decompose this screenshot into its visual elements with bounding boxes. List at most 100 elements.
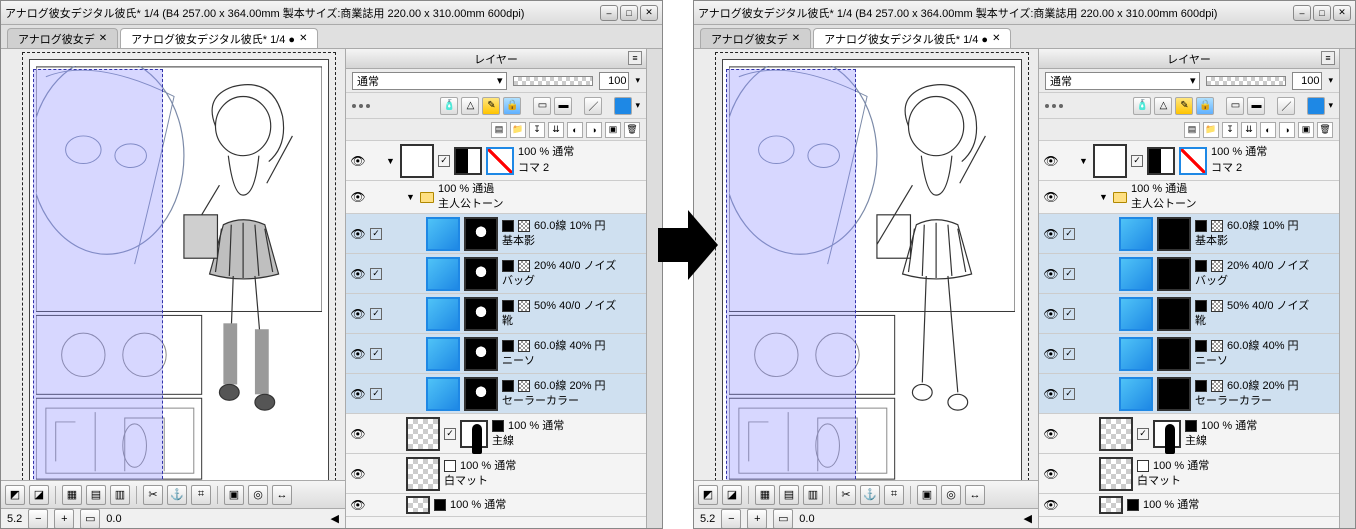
expand-icon[interactable]: ▼: [386, 156, 396, 166]
checkbox[interactable]: ✓: [1063, 268, 1075, 280]
visibility-icon[interactable]: 👁: [1043, 466, 1059, 482]
marker-icon[interactable]: △: [461, 97, 479, 115]
minimize-button[interactable]: –: [600, 5, 618, 21]
visibility-icon[interactable]: 👁: [1043, 426, 1059, 442]
maximize-button[interactable]: □: [620, 5, 638, 21]
checkbox[interactable]: ✓: [1063, 308, 1075, 320]
color-swatch[interactable]: [614, 97, 632, 115]
layer-row-tone[interactable]: 👁 ✓ 20% 40/0 ノイズ バッグ: [1039, 254, 1339, 294]
zoom-out-icon[interactable]: −: [721, 509, 741, 529]
visibility-icon[interactable]: 👁: [350, 346, 366, 362]
minimize-button[interactable]: –: [1293, 5, 1311, 21]
color-swatch[interactable]: [1307, 97, 1325, 115]
visibility-icon[interactable]: 👁: [1043, 306, 1059, 322]
checkbox[interactable]: ✓: [1131, 155, 1143, 167]
expand-icon[interactable]: ▼: [406, 192, 416, 202]
layer-row-frame[interactable]: 👁 ▼ ✓ 100 % 通常 コマ 2: [346, 141, 646, 181]
chevron-down-icon[interactable]: ▾: [1328, 100, 1333, 111]
lock-icon[interactable]: 🔒: [1196, 97, 1214, 115]
visibility-icon[interactable]: 👁: [1043, 497, 1059, 513]
visibility-icon[interactable]: 👁: [350, 426, 366, 442]
chevron-down-icon[interactable]: ▾: [1328, 75, 1333, 86]
tab-active[interactable]: アナログ彼女デジタル彼氏* 1/4 ● ✕: [120, 28, 318, 48]
layer-row-tone[interactable]: 👁 ✓ 60.0線 20% 円 セーラーカラー: [346, 374, 646, 414]
transform-icon[interactable]: ⌗: [884, 485, 904, 505]
visibility-icon[interactable]: 👁: [350, 386, 366, 402]
mask-icon[interactable]: ◐: [1260, 122, 1276, 138]
layer-list[interactable]: 👁 ▼ ✓ 100 % 通常 コマ 2 👁 ▼: [1039, 141, 1339, 528]
visibility-icon[interactable]: 👁: [350, 466, 366, 482]
chevron-down-icon[interactable]: ▾: [635, 100, 640, 111]
layer-row-tone[interactable]: 👁 ✓ 60.0線 40% 円 ニーソ: [346, 334, 646, 374]
mask-button[interactable]: ▭: [533, 97, 551, 115]
tool-button[interactable]: ▥: [110, 485, 130, 505]
cut-icon[interactable]: ✂: [143, 485, 163, 505]
visibility-icon[interactable]: 👁: [350, 306, 366, 322]
close-window-button[interactable]: ✕: [1333, 5, 1351, 21]
visibility-icon[interactable]: 👁: [1043, 153, 1059, 169]
pen-icon[interactable]: ✎: [482, 97, 500, 115]
visibility-icon[interactable]: 👁: [1043, 226, 1059, 242]
visibility-icon[interactable]: 👁: [350, 189, 366, 205]
visibility-icon[interactable]: 👁: [1043, 386, 1059, 402]
tool-button[interactable]: ▦: [62, 485, 82, 505]
layer-row[interactable]: 👁 100 % 通常: [1039, 494, 1339, 517]
blend-mode-select[interactable]: 通常▾: [352, 72, 507, 90]
layer-row-tone[interactable]: 👁 ✓ 50% 40/0 ノイズ 靴: [1039, 294, 1339, 334]
layer-row-frame[interactable]: 👁 ▼ ✓ 100 % 通常 コマ 2: [1039, 141, 1339, 181]
vertical-scrollbar[interactable]: [646, 49, 662, 528]
marker-icon[interactable]: △: [1154, 97, 1172, 115]
close-window-button[interactable]: ✕: [640, 5, 658, 21]
checkbox[interactable]: ✓: [370, 348, 382, 360]
clip-icon[interactable]: ▣: [605, 122, 621, 138]
tool-button[interactable]: ↔: [965, 485, 985, 505]
close-icon[interactable]: ✕: [99, 33, 107, 44]
new-folder-icon[interactable]: 📁: [1203, 122, 1219, 138]
layer-row-mat[interactable]: 👁 100 % 通常 白マット: [346, 454, 646, 494]
layer-row-mat[interactable]: 👁 100 % 通常 白マット: [1039, 454, 1339, 494]
anchor-icon[interactable]: ⚓: [167, 485, 187, 505]
mask-button[interactable]: ▬: [1247, 97, 1265, 115]
chevron-down-icon[interactable]: ▾: [635, 75, 640, 86]
scroll-left-icon[interactable]: ◀: [331, 512, 339, 525]
tool-button[interactable]: ▣: [917, 485, 937, 505]
tool-button[interactable]: ◪: [722, 485, 742, 505]
layer-folder[interactable]: 👁 ▼ 100 % 通過 主人公トーン: [1039, 181, 1339, 214]
new-folder-icon[interactable]: 📁: [510, 122, 526, 138]
checkbox[interactable]: ✓: [1063, 348, 1075, 360]
tool-button[interactable]: ◪: [29, 485, 49, 505]
mask-icon[interactable]: ◑: [586, 122, 602, 138]
checkbox[interactable]: ✓: [438, 155, 450, 167]
opacity-slider[interactable]: [1206, 76, 1286, 86]
checkbox[interactable]: ✓: [1063, 388, 1075, 400]
visibility-icon[interactable]: 👁: [350, 153, 366, 169]
visibility-icon[interactable]: 👁: [1043, 189, 1059, 205]
transform-icon[interactable]: ⌗: [191, 485, 211, 505]
merge-icon[interactable]: ⇊: [548, 122, 564, 138]
opacity-slider[interactable]: [513, 76, 593, 86]
anchor-icon[interactable]: ⚓: [860, 485, 880, 505]
new-layer-icon[interactable]: ▤: [1184, 122, 1200, 138]
canvas-viewport[interactable]: [694, 49, 1038, 480]
checkbox[interactable]: ✓: [370, 268, 382, 280]
close-icon[interactable]: ✕: [299, 33, 307, 44]
tab-inactive[interactable]: アナログ彼女デ ✕: [700, 28, 811, 48]
ruler-icon[interactable]: ／: [1277, 97, 1295, 115]
delete-icon[interactable]: 🗑: [624, 122, 640, 138]
expand-icon[interactable]: ▼: [1079, 156, 1089, 166]
layer-row-tone[interactable]: 👁 ✓ 20% 40/0 ノイズ バッグ: [346, 254, 646, 294]
tab-inactive[interactable]: アナログ彼女デ ✕: [7, 28, 118, 48]
visibility-icon[interactable]: 👁: [350, 226, 366, 242]
tool-button[interactable]: ▤: [86, 485, 106, 505]
layer-row-lineart[interactable]: 👁 ✓ 100 % 通常 主線: [346, 414, 646, 454]
fit-icon[interactable]: ▭: [773, 509, 793, 529]
blend-mode-select[interactable]: 通常▾: [1045, 72, 1200, 90]
canvas-viewport[interactable]: [1, 49, 345, 480]
opacity-field[interactable]: 100: [599, 72, 629, 90]
lock-icon[interactable]: 🔒: [503, 97, 521, 115]
expand-icon[interactable]: ▼: [1099, 192, 1109, 202]
delete-icon[interactable]: 🗑: [1317, 122, 1333, 138]
layer-row-tone[interactable]: 👁 ✓ 60.0線 40% 円 ニーソ: [1039, 334, 1339, 374]
visibility-icon[interactable]: 👁: [350, 266, 366, 282]
visibility-icon[interactable]: 👁: [350, 497, 366, 513]
